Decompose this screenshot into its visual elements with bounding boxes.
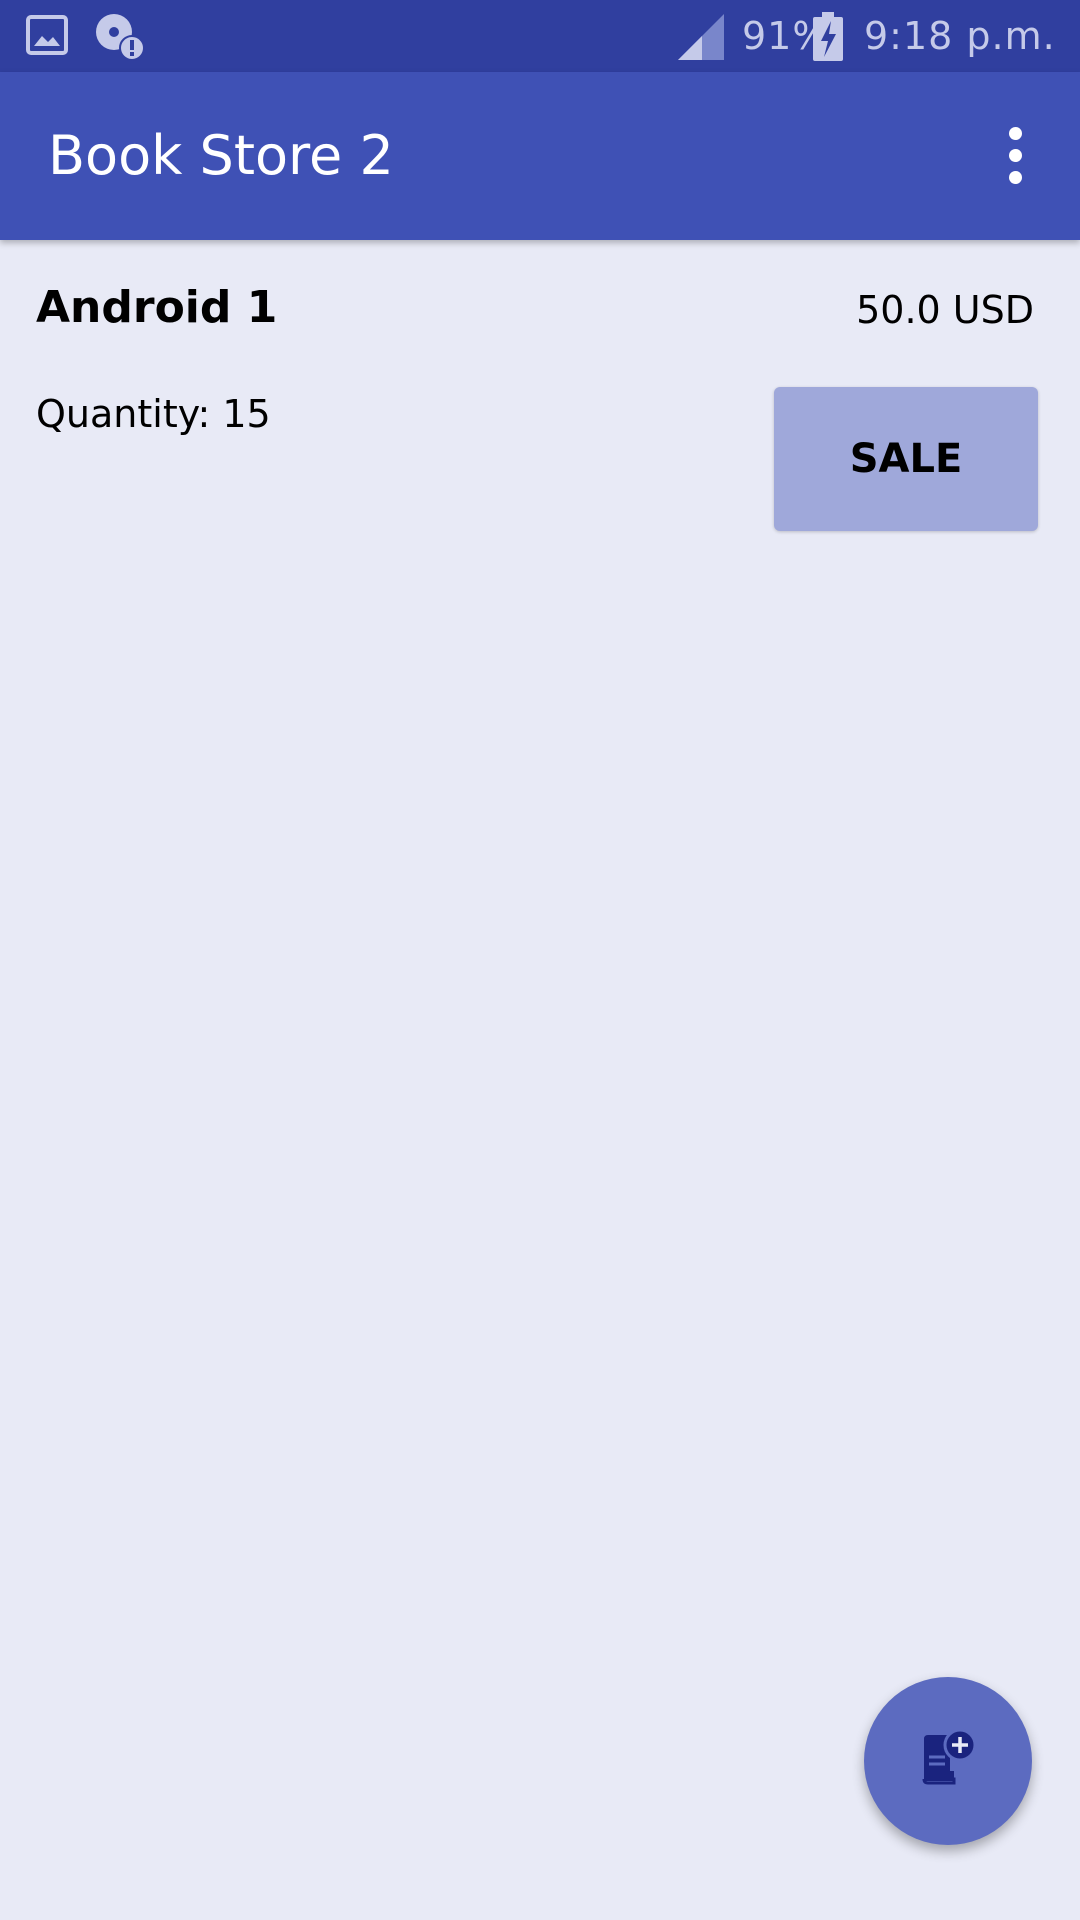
menu-dot <box>1008 170 1022 184</box>
sync-error-icon <box>92 12 146 66</box>
product-price: 50.0 USD <box>856 288 1034 332</box>
menu-dot <box>1008 148 1022 162</box>
signal-icon <box>676 12 726 66</box>
product-quantity: Quantity: 15 <box>36 392 271 436</box>
gallery-icon <box>24 12 70 62</box>
app-title: Book Store 2 <box>48 124 394 187</box>
product-list-item[interactable]: Android 1 50.0 USD Quantity: 15 SALE <box>0 240 1080 540</box>
add-book-button[interactable] <box>864 1677 1032 1845</box>
battery-charging-icon <box>812 12 844 66</box>
add-book-icon <box>916 1727 980 1795</box>
menu-dot <box>1008 126 1022 140</box>
status-bar: 91% 9:18 p.m. <box>0 0 1080 72</box>
sale-button[interactable]: SALE <box>774 387 1038 531</box>
product-name: Android 1 <box>36 282 278 333</box>
clock: 9:18 p.m. <box>864 14 1056 58</box>
app-bar: Book Store 2 <box>0 72 1080 240</box>
more-vert-icon[interactable] <box>980 120 1050 190</box>
